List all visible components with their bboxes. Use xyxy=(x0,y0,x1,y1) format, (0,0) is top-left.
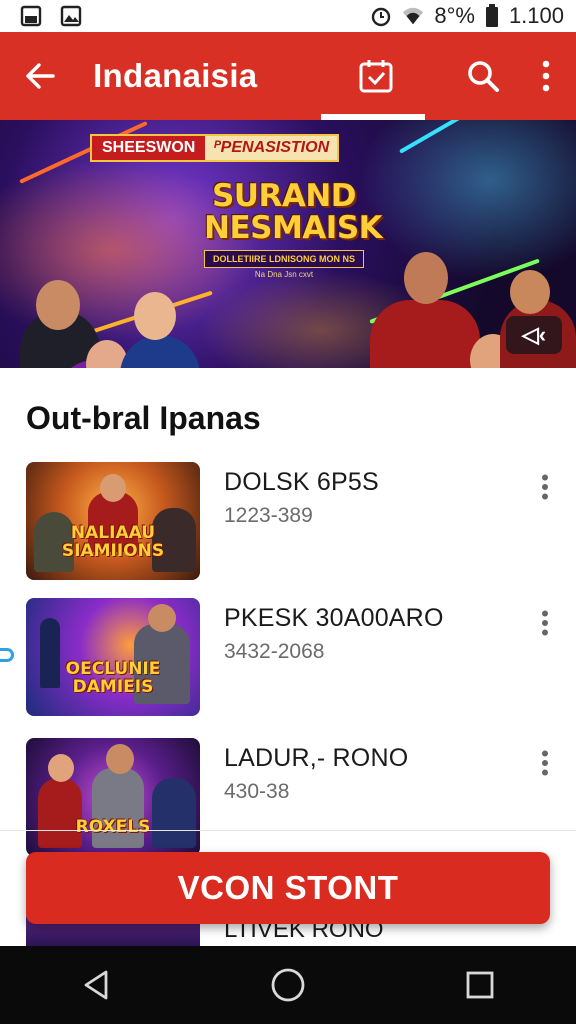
logo-subtitle-2: Na Dna Jsn cxvt xyxy=(254,270,314,279)
banner-tag: SHEESWON ᴾPENASISTION xyxy=(90,134,340,162)
overflow-menu-button[interactable] xyxy=(517,32,576,120)
nav-recents-icon xyxy=(466,971,494,999)
character-head xyxy=(106,744,134,774)
battery-icon xyxy=(485,4,498,27)
item-meta: 430-38 xyxy=(224,780,290,803)
thumbnail-title: ROXELS xyxy=(75,817,151,837)
image-icon xyxy=(60,5,82,27)
nav-back-button[interactable] xyxy=(56,955,136,1015)
character-head xyxy=(100,474,126,502)
thumbnail-title: NALIAAU SIAMIIONS xyxy=(61,523,165,561)
item-more-button[interactable] xyxy=(530,606,560,640)
character-head xyxy=(148,604,176,632)
calendar-check-icon xyxy=(359,60,393,93)
item-title: PKESK 30A00ARO xyxy=(224,604,444,632)
banner-glow xyxy=(360,120,576,280)
more-vert-icon xyxy=(542,610,548,636)
item-meta: 1223-389 xyxy=(224,504,313,527)
more-vert-icon xyxy=(542,750,548,776)
character-head xyxy=(404,252,448,304)
item-meta: 3432-2068 xyxy=(224,640,325,663)
nav-back-icon xyxy=(84,970,108,1000)
section-title: Out-bral Ipanas xyxy=(26,400,261,436)
thumbnail-title: OECLUNIE DAMIEIS xyxy=(65,659,161,697)
character-head xyxy=(510,270,550,314)
app-title: Indanaisia xyxy=(93,57,258,94)
search-icon xyxy=(468,61,500,92)
banner-tag-left: SHEESWON xyxy=(92,136,206,160)
list-item[interactable]: ROXELS LADUR,- RONO 430-38 xyxy=(0,738,576,862)
item-more-button[interactable] xyxy=(530,470,560,504)
character-head xyxy=(36,280,80,330)
list-item[interactable]: NALIAAU SIAMIIONS DOLSK 6P5S 1223-389 xyxy=(0,462,576,586)
list-item[interactable]: OECLUNIE DAMIEIS PKESK 30A00ARO 3432-206… xyxy=(0,598,576,722)
item-more-button[interactable] xyxy=(530,746,560,780)
back-button[interactable] xyxy=(0,32,79,120)
game-logo: SURAND NESMAISK DOLLETIIRE LDNISONG MON … xyxy=(204,178,383,279)
app-bar: Indanaisia xyxy=(0,32,576,120)
game-thumbnail: OECLUNIE DAMIEIS xyxy=(26,598,200,716)
game-thumbnail: ROXELS xyxy=(26,738,200,856)
game-thumbnail: NALIAAU SIAMIIONS xyxy=(26,462,200,580)
wifi-icon xyxy=(403,7,424,25)
item-title: DOLSK 6P5S xyxy=(224,468,379,496)
character-figure xyxy=(152,778,196,848)
tab-calendar[interactable] xyxy=(320,32,432,120)
alarm-icon xyxy=(372,7,391,27)
primary-cta-button[interactable]: VCON STONT xyxy=(26,852,550,924)
nav-home-icon xyxy=(271,968,305,1002)
logo-line-2: NESMAISK xyxy=(204,210,383,246)
promo-banner[interactable]: SHEESWON ᴾPENASISTION SURAND NESMAISK DO… xyxy=(0,120,576,368)
item-title: LADUR,- RONO xyxy=(224,744,409,772)
banner-tag-right: ᴾPENASISTION xyxy=(205,136,338,160)
search-button[interactable] xyxy=(453,32,512,120)
character-figure xyxy=(370,300,480,368)
banner-nav-button[interactable]: ◁‹ xyxy=(506,316,562,354)
character-head xyxy=(134,292,176,340)
divider xyxy=(0,830,576,831)
more-vert-icon xyxy=(543,60,550,92)
status-bar: 8°% 1.100 xyxy=(0,0,576,32)
clock: 1.100 xyxy=(508,3,564,28)
nav-home-button[interactable] xyxy=(248,955,328,1015)
more-vert-icon xyxy=(542,474,548,500)
nav-recents-button[interactable] xyxy=(440,955,520,1015)
gallery-icon xyxy=(20,5,42,27)
logo-line-1: SURAND xyxy=(211,178,357,214)
character-figure xyxy=(38,778,82,848)
character-head xyxy=(48,754,74,782)
logo-subtitle: DOLLETIIRE LDNISONG MON NS xyxy=(204,250,364,268)
back-arrow-icon xyxy=(25,63,55,89)
edge-handle[interactable] xyxy=(0,648,14,662)
battery-percent: 8°% xyxy=(434,3,475,28)
system-nav-bar xyxy=(0,946,576,1024)
